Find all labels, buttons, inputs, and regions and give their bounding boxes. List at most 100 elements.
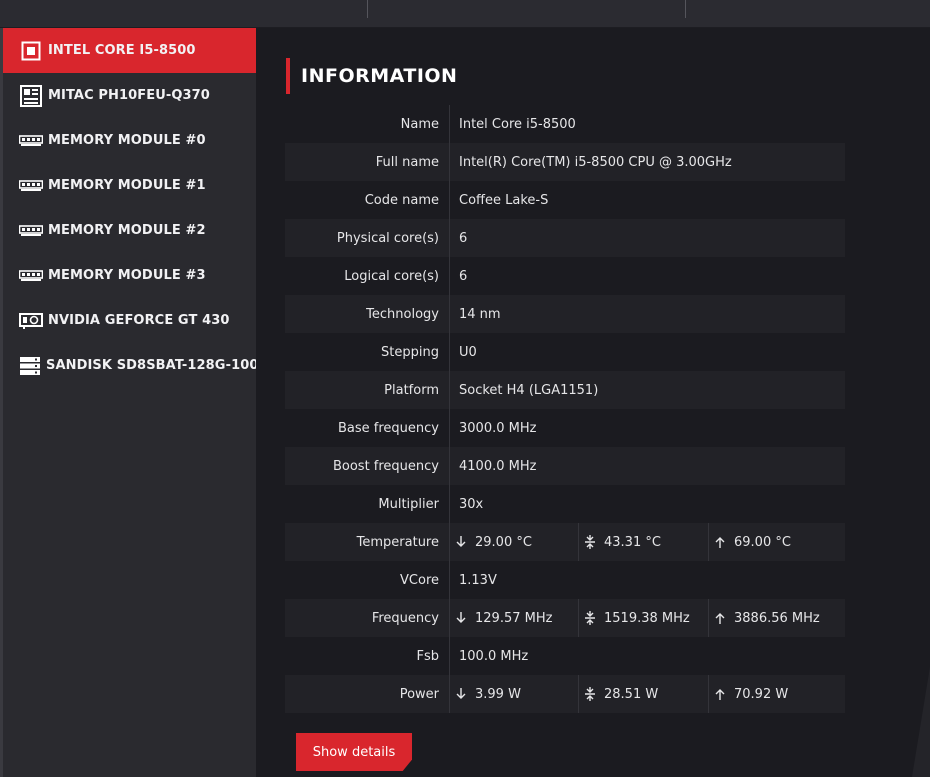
sidebar-item-label: MEMORY MODULE #2 — [48, 223, 206, 238]
gpu-icon — [19, 310, 43, 332]
row-key: Multiplier — [285, 485, 450, 523]
row-value: U0 — [459, 344, 477, 360]
row-value: 3000.0 MHz — [459, 420, 537, 436]
max-value: 3886.56 MHz — [734, 610, 820, 626]
max-cell: 69.00 °C — [709, 523, 845, 561]
avg-value: 1519.38 MHz — [604, 610, 690, 626]
row-key: Physical core(s) — [285, 219, 450, 257]
row-value: Coffee Lake-S — [459, 192, 549, 208]
row-value: 1.13V — [459, 572, 497, 588]
row-key: Stepping — [285, 333, 450, 371]
row-key: Temperature — [285, 523, 450, 561]
top-tab-bar — [0, 0, 930, 28]
memory-icon — [19, 175, 43, 197]
memory-icon — [19, 265, 43, 287]
table-row: Base frequency 3000.0 MHz — [285, 409, 845, 447]
min-avg-max: 129.57 MHz 1519.38 MHz 3886.56 MHz — [450, 599, 845, 637]
table-row: Boost frequency 4100.0 MHz — [285, 447, 845, 485]
row-key: Fsb — [285, 637, 450, 675]
sidebar-item-label: NVIDIA GEFORCE GT 430 — [48, 313, 230, 328]
sidebar-item-memory-1[interactable]: MEMORY MODULE #1 — [3, 163, 256, 208]
memory-icon — [19, 220, 43, 242]
table-row: Code name Coffee Lake-S — [285, 181, 845, 219]
average-icon — [585, 535, 595, 549]
average-icon — [585, 687, 595, 701]
show-details-button[interactable]: Show details — [296, 733, 412, 771]
row-value: 100.0 MHz — [459, 648, 529, 664]
table-row: Technology 14 nm — [285, 295, 845, 333]
sidebar-item-label: INTEL CORE I5-8500 — [48, 43, 196, 58]
table-row: Stepping U0 — [285, 333, 845, 371]
row-key: Boost frequency — [285, 447, 450, 485]
avg-value: 28.51 W — [604, 686, 659, 702]
table-row: Physical core(s) 6 — [285, 219, 845, 257]
row-value: Intel Core i5-8500 — [459, 116, 576, 132]
sidebar-item-label: MITAC PH10FEU-Q370 — [48, 88, 210, 103]
row-key: Name — [285, 105, 450, 143]
arrow-down-icon — [456, 612, 466, 623]
tab-divider — [367, 0, 368, 18]
table-row: Temperature 29.00 °C 43.31 °C 69.00 °C — [285, 523, 845, 561]
table-row: Power 3.99 W 28.51 W 70.92 W — [285, 675, 845, 713]
min-avg-max: 29.00 °C 43.31 °C 69.00 °C — [450, 523, 845, 561]
row-key: VCore — [285, 561, 450, 599]
min-cell: 3.99 W — [450, 675, 579, 713]
avg-value: 43.31 °C — [604, 534, 661, 550]
row-key: Full name — [285, 143, 450, 181]
cpu-icon — [19, 40, 43, 62]
max-value: 69.00 °C — [734, 534, 791, 550]
min-value: 29.00 °C — [475, 534, 532, 550]
row-value: 14 nm — [459, 306, 501, 322]
row-key: Frequency — [285, 599, 450, 637]
sidebar-item-memory-0[interactable]: MEMORY MODULE #0 — [3, 118, 256, 163]
memory-icon — [19, 130, 43, 152]
arrow-up-icon — [715, 689, 725, 700]
row-key: Logical core(s) — [285, 257, 450, 295]
avg-cell: 1519.38 MHz — [579, 599, 709, 637]
row-key: Power — [285, 675, 450, 713]
row-key: Platform — [285, 371, 450, 409]
sidebar-item-memory-2[interactable]: MEMORY MODULE #2 — [3, 208, 256, 253]
max-value: 70.92 W — [734, 686, 789, 702]
min-cell: 29.00 °C — [450, 523, 579, 561]
min-avg-max: 3.99 W 28.51 W 70.92 W — [450, 675, 845, 713]
average-icon — [585, 611, 595, 625]
sidebar-item-storage[interactable]: SANDISK SD8SBAT-128G-1006 — [3, 343, 268, 388]
tab-divider — [685, 0, 686, 18]
sidebar-item-motherboard[interactable]: MITAC PH10FEU-Q370 — [3, 73, 256, 118]
min-cell: 129.57 MHz — [450, 599, 579, 637]
arrow-up-icon — [715, 537, 725, 548]
row-value: Intel(R) Core(TM) i5-8500 CPU @ 3.00GHz — [459, 154, 732, 170]
row-key: Base frequency — [285, 409, 450, 447]
table-row: VCore 1.13V — [285, 561, 845, 599]
row-value: 6 — [459, 268, 468, 284]
avg-cell: 28.51 W — [579, 675, 709, 713]
sidebar-item-label: MEMORY MODULE #0 — [48, 133, 206, 148]
sidebar-item-cpu[interactable]: INTEL CORE I5-8500 — [3, 28, 256, 73]
max-cell: 3886.56 MHz — [709, 599, 845, 637]
sidebar-item-label: MEMORY MODULE #3 — [48, 268, 206, 283]
arrow-up-icon — [715, 613, 725, 624]
row-key: Technology — [285, 295, 450, 333]
avg-cell: 43.31 °C — [579, 523, 709, 561]
table-row: Fsb 100.0 MHz — [285, 637, 845, 675]
table-row: Logical core(s) 6 — [285, 257, 845, 295]
table-row: Name Intel Core i5-8500 — [285, 105, 845, 143]
sidebar-item-label: SANDISK SD8SBAT-128G-1006 — [46, 358, 268, 373]
corner-decoration — [912, 667, 930, 777]
sidebar-item-memory-3[interactable]: MEMORY MODULE #3 — [3, 253, 256, 298]
main-panel: INFORMATION Name Intel Core i5-8500 Full… — [256, 28, 930, 777]
min-value: 3.99 W — [475, 686, 521, 702]
table-row: Frequency 129.57 MHz 1519.38 MHz 3886.56… — [285, 599, 845, 637]
arrow-down-icon — [456, 536, 466, 547]
info-table: Name Intel Core i5-8500 Full name Intel(… — [285, 105, 845, 713]
storage-icon — [19, 355, 41, 377]
sidebar-item-gpu[interactable]: NVIDIA GEFORCE GT 430 — [3, 298, 256, 343]
sidebar-item-label: MEMORY MODULE #1 — [48, 178, 206, 193]
row-value: 30x — [459, 496, 484, 512]
row-value: 6 — [459, 230, 468, 246]
min-value: 129.57 MHz — [475, 610, 553, 626]
max-cell: 70.92 W — [709, 675, 845, 713]
table-row: Platform Socket H4 (LGA1151) — [285, 371, 845, 409]
motherboard-icon — [19, 84, 43, 107]
